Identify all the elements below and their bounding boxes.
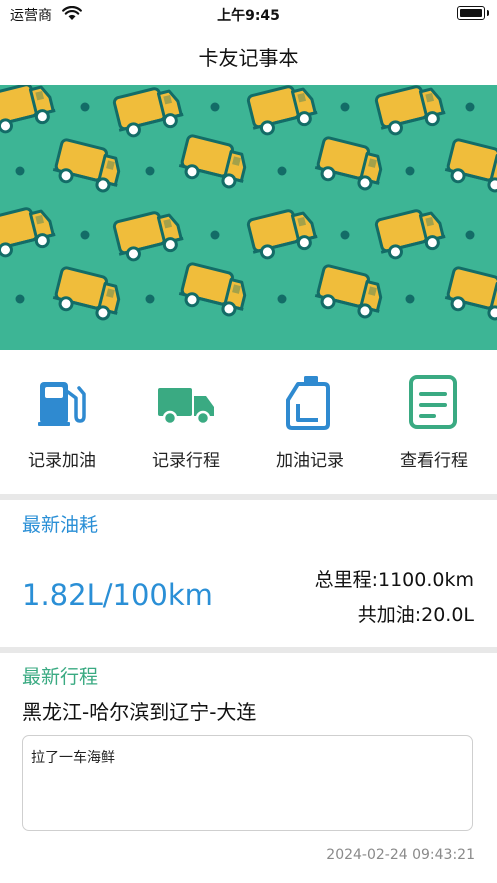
record-trip-button[interactable]: 记录行程 <box>131 370 241 480</box>
trip-route: 黑龙江-哈尔滨到辽宁-大连 <box>22 700 257 724</box>
trip-note-box: 拉了一车海鲜 <box>22 735 473 831</box>
battery-icon <box>457 6 489 20</box>
section-divider <box>0 647 497 653</box>
truck-icon <box>158 388 214 426</box>
banner-image <box>0 85 497 350</box>
total-fuel: 共加油:20.0L <box>357 604 474 626</box>
record-refuel-label: 记录加油 <box>28 451 96 471</box>
page-title: 卡友记事本 <box>198 46 299 70</box>
section-divider <box>0 494 497 500</box>
refuel-records-label: 加油记录 <box>276 451 344 471</box>
fuel-consumption-value: 1.82L/100km <box>22 578 213 612</box>
record-refuel-button[interactable]: 记录加油 <box>7 370 117 480</box>
view-trips-button[interactable]: 查看行程 <box>379 370 489 480</box>
oil-canister-icon <box>286 376 330 430</box>
quick-actions: 记录加油 记录行程 加油记录 查看行程 <box>0 370 497 480</box>
navigation-bar: 卡友记事本 <box>0 28 497 84</box>
trip-note-text: 拉了一车海鲜 <box>31 750 115 766</box>
refuel-records-button[interactable]: 加油记录 <box>255 370 365 480</box>
record-trip-label: 记录行程 <box>152 451 220 471</box>
total-mileage: 总里程:1100.0km <box>314 569 474 591</box>
view-trips-label: 查看行程 <box>400 451 468 471</box>
status-bar: 运营商 上午9:45 <box>0 0 497 28</box>
fuel-pump-icon <box>38 382 86 426</box>
fuel-section-title: 最新油耗 <box>22 514 99 536</box>
trip-timestamp: 2024-02-24 09:43:21 <box>326 847 475 863</box>
truck-pattern-illustration <box>0 85 497 350</box>
trip-section-title: 最新行程 <box>22 666 99 688</box>
document-icon <box>409 375 457 429</box>
clock-time: 上午9:45 <box>217 8 280 24</box>
